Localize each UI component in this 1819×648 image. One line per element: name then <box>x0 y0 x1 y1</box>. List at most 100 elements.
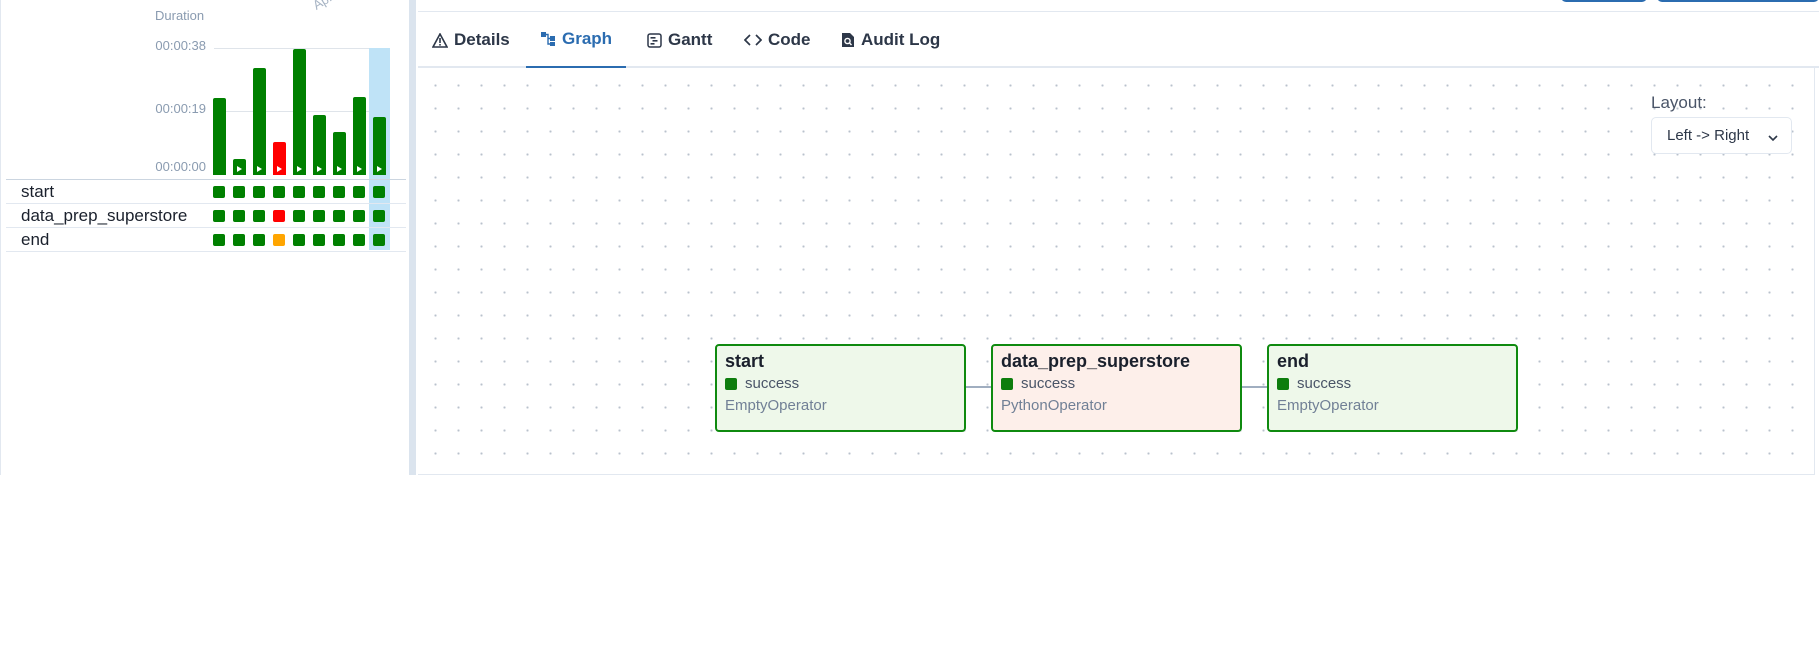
graph-node-start[interactable]: start success EmptyOperator <box>715 344 966 432</box>
play-icon <box>337 166 342 172</box>
duration-bar[interactable] <box>333 132 346 175</box>
task-instance-square[interactable] <box>213 234 225 246</box>
task-instance-square[interactable] <box>293 186 305 198</box>
task-row-end[interactable]: end <box>6 228 406 252</box>
duration-bar[interactable] <box>373 117 386 175</box>
task-row-start[interactable]: start <box>6 180 406 204</box>
tab-label: Gantt <box>668 30 713 49</box>
task-instance-square[interactable] <box>373 234 385 246</box>
play-icon <box>257 166 262 172</box>
task-instance-square[interactable] <box>233 234 245 246</box>
task-instance-square[interactable] <box>333 186 345 198</box>
task-instance-square[interactable] <box>233 210 245 222</box>
node-title: end <box>1277 351 1310 371</box>
node-operator: PythonOperator <box>1001 397 1107 414</box>
task-instance-square[interactable] <box>353 186 365 198</box>
task-instance-square[interactable] <box>333 234 345 246</box>
task-instance-square[interactable] <box>313 234 325 246</box>
graph-icon <box>540 31 556 47</box>
duration-bar[interactable] <box>213 98 226 175</box>
node-operator: EmptyOperator <box>1277 397 1379 414</box>
duration-bar[interactable] <box>293 49 306 175</box>
duration-bar[interactable] <box>353 97 366 175</box>
graph-edge <box>1241 386 1268 388</box>
tab-gantt[interactable]: Gantt <box>633 12 726 68</box>
panel-resize-handle[interactable] <box>409 0 416 475</box>
task-instance-square[interactable] <box>253 234 265 246</box>
layout-select[interactable]: Left -> Right <box>1651 117 1792 154</box>
task-label: start <box>21 182 55 201</box>
duration-bar[interactable] <box>253 68 266 175</box>
task-instance-square[interactable] <box>333 210 345 222</box>
task-instance-square[interactable] <box>353 234 365 246</box>
state-dot <box>725 378 737 390</box>
tab-label: Details <box>454 30 510 49</box>
node-operator: EmptyOperator <box>725 397 827 414</box>
task-instance-square[interactable] <box>233 186 245 198</box>
graph-node-end[interactable]: end success EmptyOperator <box>1267 344 1518 432</box>
task-label: data_prep_superstore <box>21 206 188 225</box>
warning-icon <box>432 32 448 48</box>
tab-audit-log[interactable]: Audit Log <box>827 12 954 68</box>
tab-code[interactable]: Code <box>730 12 825 68</box>
gantt-icon <box>647 32 662 48</box>
play-icon <box>317 166 322 172</box>
node-state-label: success <box>1297 375 1352 392</box>
task-instance-square[interactable] <box>213 186 225 198</box>
chevron-down-icon <box>1767 130 1779 147</box>
task-instance-square[interactable] <box>273 234 285 246</box>
task-instance-square[interactable] <box>293 234 305 246</box>
play-icon <box>277 166 282 172</box>
task-instance-square[interactable] <box>273 210 285 222</box>
task-instance-square[interactable] <box>373 210 385 222</box>
play-icon <box>357 166 362 172</box>
node-title: data_prep_superstore <box>1001 351 1191 371</box>
panel-border <box>0 0 1 475</box>
header-button[interactable] <box>1561 0 1647 2</box>
code-icon <box>744 33 762 47</box>
y-tick-zero: 00:00:00 <box>155 159 206 174</box>
task-instance-square[interactable] <box>313 210 325 222</box>
node-state: success <box>1001 373 1232 395</box>
header-strip <box>418 0 1819 12</box>
layout-select-value: Left -> Right <box>1667 127 1750 144</box>
play-icon <box>297 166 302 172</box>
duration-bar[interactable] <box>273 142 286 175</box>
task-instance-square[interactable] <box>373 186 385 198</box>
tab-label: Code <box>768 30 811 49</box>
graph-node-data-prep-superstore[interactable]: data_prep_superstore success PythonOpera… <box>991 344 1242 432</box>
task-instance-square[interactable] <box>293 210 305 222</box>
node-state: success <box>1277 373 1508 395</box>
node-title: start <box>725 351 765 371</box>
state-dot <box>1001 378 1013 390</box>
task-instance-square[interactable] <box>253 186 265 198</box>
duration-title: Duration <box>155 8 205 23</box>
play-icon <box>377 166 382 172</box>
task-instance-square[interactable] <box>253 210 265 222</box>
task-instance-square[interactable] <box>313 186 325 198</box>
node-state-label: success <box>1021 375 1076 392</box>
task-row-data-prep[interactable]: data_prep_superstore <box>6 204 406 228</box>
duration-bar[interactable] <box>313 115 326 175</box>
y-tick-mid: 00:00:19 <box>155 101 206 116</box>
node-state-label: success <box>745 375 800 392</box>
grid-panel: Duration Apr 16, 16: 00:00:38 00:00:19 0… <box>0 0 413 475</box>
audit-log-icon <box>841 32 855 48</box>
y-tick-max: 00:00:38 <box>155 38 206 53</box>
run-date-label: Apr 16, 16: <box>310 0 372 13</box>
task-instance-square[interactable] <box>353 210 365 222</box>
graph-edge <box>965 386 992 388</box>
tab-label: Graph <box>562 29 613 48</box>
task-instance-square[interactable] <box>273 186 285 198</box>
state-dot <box>1277 378 1289 390</box>
tab-label: Audit Log <box>861 30 941 49</box>
task-label: end <box>21 230 50 249</box>
tab-details[interactable]: Details <box>418 12 524 68</box>
task-instance-square[interactable] <box>213 210 225 222</box>
tab-bar: Details Graph Gantt Code Audit Log <box>418 12 1819 69</box>
layout-label: Layout: <box>1651 93 1707 112</box>
tab-graph[interactable]: Graph <box>526 12 627 69</box>
duration-bar[interactable] <box>233 159 246 175</box>
header-button[interactable] <box>1657 0 1819 2</box>
play-icon <box>237 166 242 172</box>
